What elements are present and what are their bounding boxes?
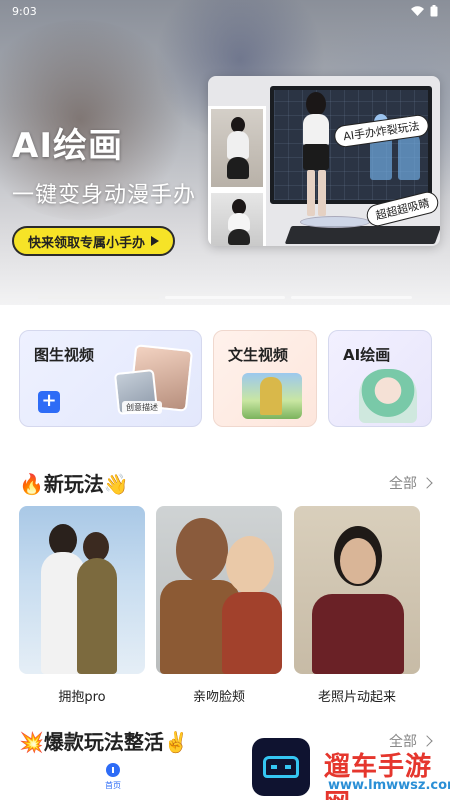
battery-icon xyxy=(430,5,438,17)
feature-title: 文生视频 xyxy=(228,346,289,364)
figure-stand xyxy=(300,216,370,228)
car-icon xyxy=(263,756,299,778)
hero-banner[interactable]: 9:03 AI绘画 一键变身动漫手办 快来领取专属小手办 AI手办炸裂玩法 超超… xyxy=(0,0,450,305)
home-icon xyxy=(106,763,120,777)
figurine-leg xyxy=(318,170,326,216)
play-icon xyxy=(151,236,160,246)
section-new-header: 🔥新玩法👋 全部 xyxy=(19,468,433,497)
feature-thumbnail xyxy=(359,369,417,423)
view-all-link[interactable]: 全部 xyxy=(389,473,433,493)
carousel-dot[interactable] xyxy=(38,296,159,299)
carousel-indicator xyxy=(38,296,413,299)
hero-subtitle: 一键变身动漫手办 xyxy=(12,183,197,208)
new-play-cards xyxy=(19,506,431,676)
feature-title: AI绘画 xyxy=(343,346,391,364)
feature-card-text-to-video[interactable]: 文生视频 xyxy=(213,330,317,427)
plus-icon[interactable]: + xyxy=(38,391,60,413)
hero-cta-button[interactable]: 快来领取专属小手办 xyxy=(12,226,176,256)
hero-cta-label: 快来领取专属小手办 xyxy=(28,235,146,251)
status-bar: 9:03 xyxy=(0,0,450,22)
figurine-head xyxy=(306,92,326,116)
play-card-old-photo[interactable] xyxy=(294,506,420,674)
feature-card-image-to-video[interactable]: 图生视频 + 创意描述 xyxy=(19,330,202,427)
feature-thumbnail-person xyxy=(260,377,282,415)
reference-photo xyxy=(208,190,266,246)
feature-title: 图生视频 xyxy=(34,346,95,364)
play-card-label: 亲吻脸颊 xyxy=(192,690,245,705)
figurine-top xyxy=(303,114,329,146)
nav-home-label: 首页 xyxy=(105,781,121,790)
keyboard-image xyxy=(284,226,440,244)
section-title: 🔥新玩法👋 xyxy=(19,472,129,496)
carousel-dot[interactable] xyxy=(164,296,286,299)
nav-home-tab[interactable]: 首页 xyxy=(98,763,128,791)
figurine-leg xyxy=(307,170,315,216)
section-title: 💥爆款玩法整活✌️ xyxy=(19,730,189,754)
play-card-hug[interactable] xyxy=(19,506,145,674)
watermark-logo xyxy=(252,738,310,796)
hero-title: AI绘画 xyxy=(12,126,123,166)
feature-card-ai-painting[interactable]: AI绘画 xyxy=(328,330,432,427)
chevron-right-icon xyxy=(421,734,433,747)
chevron-right-icon xyxy=(421,476,433,489)
feature-cards: 图生视频 + 创意描述 文生视频 AI绘画 xyxy=(19,330,433,427)
play-card-label: 老照片动起来 xyxy=(317,690,396,705)
watermark-url: www.lmwwsz.com xyxy=(328,778,450,793)
play-card-label: 拥抱pro xyxy=(58,690,106,705)
view-all-label: 全部 xyxy=(389,475,417,492)
reference-photo xyxy=(208,106,266,190)
status-icons xyxy=(411,5,438,17)
carousel-dot[interactable] xyxy=(291,296,413,299)
figurine-skirt xyxy=(303,144,329,170)
feature-caption: 创意描述 xyxy=(122,401,162,414)
wifi-icon xyxy=(411,6,424,16)
hero-showcase-image xyxy=(208,76,440,246)
play-card-kiss[interactable] xyxy=(156,506,282,674)
status-time: 9:03 xyxy=(12,4,37,18)
